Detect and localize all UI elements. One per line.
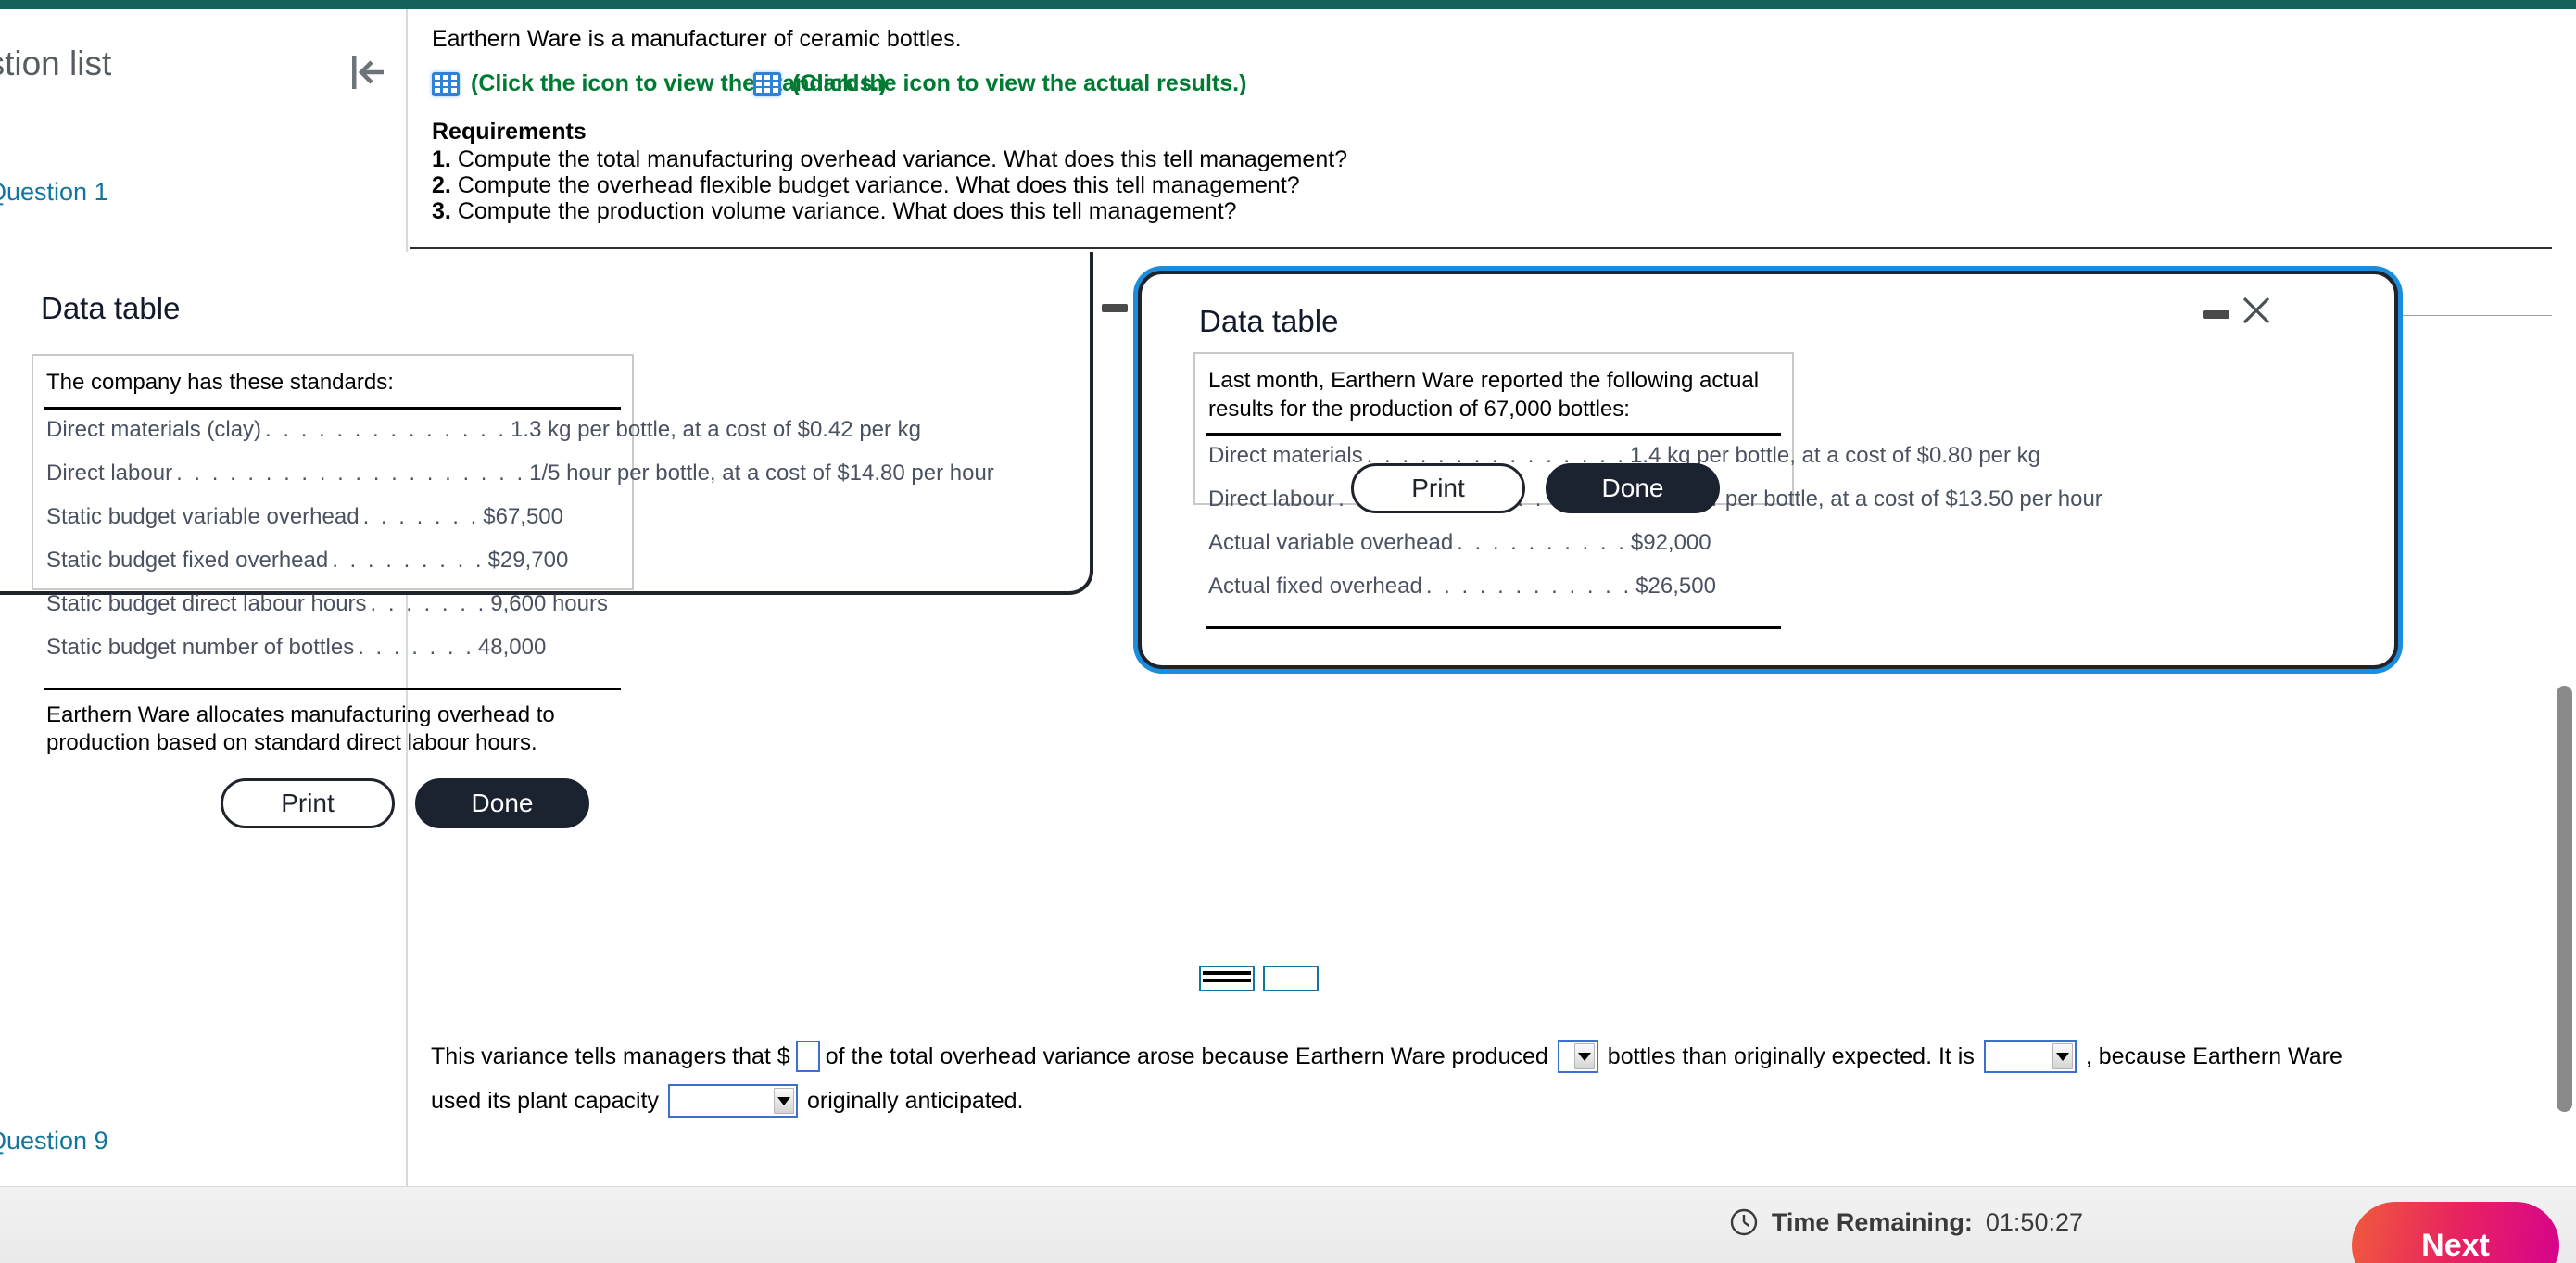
row-value: $29,700 bbox=[487, 547, 569, 573]
row-label: Static budget fixed overhead bbox=[46, 547, 329, 573]
row-value: $92,000 bbox=[1630, 530, 1711, 556]
answer-text-2: of the total overhead variance arose bec… bbox=[825, 1042, 1548, 1069]
content-divider bbox=[410, 247, 2576, 249]
answer-text-6: originally anticipated. bbox=[806, 1087, 1024, 1114]
view-actual-results-link[interactable]: (Click the icon to view the actual resul… bbox=[753, 70, 1246, 97]
table-row: Direct labour . . . . . . . . . . . . . … bbox=[46, 460, 994, 504]
status-bar: Time Remaining: 01:50:27 Next bbox=[0, 1186, 2576, 1263]
standards-table-rows: Direct materials (clay) . . . . . . . . … bbox=[33, 410, 994, 688]
chevron-down-icon[interactable] bbox=[1573, 1043, 1595, 1069]
grid-icon[interactable] bbox=[753, 71, 781, 96]
row-dots: . . . . . . . bbox=[358, 634, 474, 660]
answer-text-4: , because Earthern Ware bbox=[2085, 1042, 2342, 1069]
answer-text-1: This variance tells managers that $ bbox=[431, 1042, 790, 1069]
chevron-down-icon[interactable] bbox=[2052, 1043, 2073, 1069]
sidebar-item-question-9[interactable]: Question 9 bbox=[0, 1127, 108, 1156]
grid-icon[interactable] bbox=[432, 71, 460, 96]
row-dots: . . . . . . . bbox=[362, 503, 480, 529]
done-button[interactable]: Done bbox=[1546, 463, 1720, 513]
row-value: 9,600 hours bbox=[490, 590, 608, 616]
print-button[interactable]: Print bbox=[221, 778, 395, 828]
table-row: Static budget number of bottles . . . . … bbox=[46, 635, 619, 678]
row-dots: . . . . . . . . . bbox=[332, 547, 485, 573]
row-label: Direct materials bbox=[1208, 443, 1363, 469]
row-label: Direct labour bbox=[1208, 486, 1335, 512]
answer-text-5: used its plant capacity bbox=[431, 1087, 659, 1114]
question-intro: Earthern Ware is a manufacturer of ceram… bbox=[432, 26, 962, 52]
sidebar-item-question-1[interactable]: Question 1 bbox=[0, 178, 108, 207]
table-row: Actual fixed overhead . . . . . . . . . … bbox=[1208, 574, 1779, 617]
requirement-item: 2. Compute the overhead flexible budget … bbox=[432, 172, 1300, 199]
time-remaining-value: 01:50:27 bbox=[1985, 1207, 2083, 1236]
standards-table-card: The company has these standards: Direct … bbox=[32, 354, 994, 755]
page-scrollbar-thumb[interactable] bbox=[2557, 686, 2572, 1112]
row-label: Actual fixed overhead bbox=[1208, 574, 1422, 600]
answer-line-1: This variance tells managers that $ of t… bbox=[431, 1040, 2342, 1073]
data-table-dialog-actual: Data table Last month, Earthern Ware rep… bbox=[1138, 271, 2398, 669]
close-icon[interactable] bbox=[2241, 295, 2272, 331]
favourable-unfavourable-dropdown[interactable] bbox=[1983, 1040, 2077, 1073]
background-answer-value bbox=[1203, 971, 1251, 975]
row-label: Static budget direct labour hours bbox=[46, 590, 367, 616]
actual-results-table-heading: Last month, Earthern Ware reported the f… bbox=[1208, 368, 1760, 422]
exam-page: estion list Question 1 Question 9 Earthe… bbox=[0, 0, 2576, 1263]
amount-input[interactable] bbox=[795, 1041, 820, 1072]
minimize-icon[interactable] bbox=[1102, 304, 1128, 312]
minimize-icon[interactable] bbox=[2203, 310, 2229, 319]
requirement-number: 3. bbox=[432, 198, 451, 224]
row-label: Direct labour bbox=[46, 460, 173, 486]
row-label: Static budget variable overhead bbox=[46, 503, 360, 529]
requirement-number: 1. bbox=[432, 146, 451, 172]
row-dots: . . . . . . . . . . bbox=[1457, 530, 1627, 556]
top-accent-bar bbox=[0, 0, 2576, 9]
time-remaining: Time Remaining: 01:50:27 bbox=[1729, 1207, 2083, 1237]
row-value: 1.3 kg per bottle, at a cost of $0.42 pe… bbox=[511, 416, 922, 442]
collapse-left-icon[interactable] bbox=[343, 50, 391, 95]
table-row: Static budget fixed overhead . . . . . .… bbox=[46, 548, 619, 591]
answer-text-3: bottles than originally expected. It is bbox=[1607, 1042, 1975, 1069]
table-rule bbox=[1206, 626, 1781, 630]
row-value: $67,500 bbox=[483, 503, 564, 529]
row-label: Actual variable overhead bbox=[1208, 530, 1454, 556]
requirement-number: 2. bbox=[432, 172, 451, 198]
requirement-text: Compute the total manufacturing overhead… bbox=[457, 146, 1348, 172]
requirements-heading: Requirements bbox=[432, 119, 587, 145]
standards-table-heading: The company has these standards: bbox=[46, 370, 394, 395]
background-answer-box[interactable] bbox=[1263, 966, 1319, 991]
row-value: 1/5 hour per bottle, at a cost of $14.80… bbox=[529, 460, 994, 486]
dialog-title: Data table bbox=[41, 291, 181, 325]
view-actual-results-label: (Click the icon to view the actual resul… bbox=[792, 70, 1247, 96]
print-button[interactable]: Print bbox=[1351, 463, 1525, 513]
standards-footnote: Earthern Ware allocates manufacturing ov… bbox=[46, 701, 555, 756]
table-row: Actual variable overhead . . . . . . . .… bbox=[1208, 530, 1779, 574]
requirement-text: Compute the production volume variance. … bbox=[457, 198, 1237, 224]
done-button[interactable]: Done bbox=[415, 778, 589, 828]
row-label: Static budget number of bottles bbox=[46, 634, 355, 660]
row-value: 48,000 bbox=[477, 634, 547, 660]
page-scrollbar[interactable] bbox=[2552, 19, 2576, 1186]
row-dots: . . . . . . . . . . . . . . . . . . . . bbox=[176, 460, 526, 486]
background-answer-value bbox=[1203, 979, 1251, 982]
answer-line-2: used its plant capacity originally antic… bbox=[431, 1084, 1023, 1118]
chevron-down-icon[interactable] bbox=[773, 1088, 794, 1114]
page-title: estion list bbox=[0, 44, 112, 82]
row-dots: . . . . . . . . . . . . bbox=[1425, 574, 1633, 600]
row-dots: . . . . . . . bbox=[370, 590, 487, 616]
table-row: Direct materials (clay) . . . . . . . . … bbox=[46, 416, 921, 461]
table-row: Static budget direct labour hours . . . … bbox=[46, 591, 619, 635]
time-remaining-label: Time Remaining: bbox=[1771, 1207, 1973, 1236]
row-dots: . . . . . . . . . . . . . . bbox=[265, 416, 508, 442]
requirement-text: Compute the overhead flexible budget var… bbox=[457, 172, 1300, 198]
row-label: Direct materials (clay) bbox=[46, 416, 262, 442]
plant-capacity-dropdown[interactable] bbox=[667, 1084, 798, 1118]
dialog-title: Data table bbox=[1199, 304, 1339, 338]
data-table-dialog-standards: Data table The company has these standar… bbox=[0, 252, 1128, 828]
requirement-item: 1. Compute the total manufacturing overh… bbox=[432, 146, 1347, 173]
table-row: Static budget variable overhead . . . . … bbox=[46, 504, 619, 548]
row-value: $26,500 bbox=[1635, 574, 1716, 600]
requirement-item: 3. Compute the production volume varianc… bbox=[432, 198, 1237, 225]
next-button[interactable]: Next bbox=[2352, 1202, 2559, 1263]
more-less-dropdown[interactable] bbox=[1557, 1040, 1598, 1073]
clock-icon bbox=[1729, 1207, 1759, 1237]
